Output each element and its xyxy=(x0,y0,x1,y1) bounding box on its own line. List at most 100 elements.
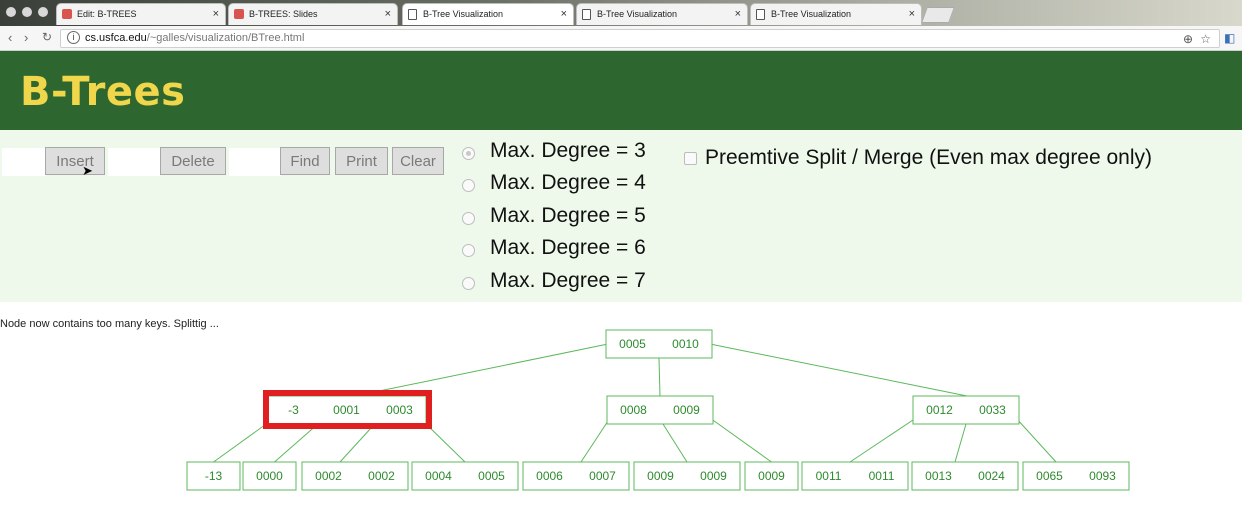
delete-value-input[interactable] xyxy=(108,148,160,176)
red-square-icon xyxy=(234,9,244,19)
tree-edge xyxy=(658,357,661,397)
tab-title: B-TREES: Slides xyxy=(249,9,318,19)
back-arrow-icon[interactable]: ‹ xyxy=(8,30,12,45)
zoom-icon[interactable]: ⊕ xyxy=(1183,32,1193,46)
window-minimize-dot[interactable] xyxy=(22,7,32,17)
browser-tab[interactable]: B-Tree Visualization × xyxy=(402,3,574,25)
insert-button[interactable]: Insert xyxy=(45,147,105,175)
node-key: 0033 xyxy=(979,403,1006,417)
delete-button[interactable]: Delete xyxy=(160,147,226,175)
leaf-node: -13 xyxy=(186,461,241,491)
tree-edge xyxy=(213,421,270,463)
insert-value-input[interactable] xyxy=(2,148,46,176)
node-key: 0005 xyxy=(478,469,505,483)
node-key: 0024 xyxy=(978,469,1005,483)
degree-label: Max. Degree = 3 xyxy=(490,139,646,162)
node-key: 0005 xyxy=(619,337,646,351)
new-tab-button[interactable] xyxy=(921,7,955,23)
node-key: -3 xyxy=(288,403,299,417)
leaf-node: 0013 0024 xyxy=(911,461,1019,491)
browser-tab-bar: Edit: B-TREES × B-TREES: Slides × B-Tree… xyxy=(0,0,1242,26)
find-button[interactable]: Find xyxy=(280,147,330,175)
preemptive-label: Preemtive Split / Merge (Even max degree… xyxy=(705,146,1153,169)
print-button[interactable]: Print xyxy=(335,147,388,175)
radio-button[interactable] xyxy=(462,147,475,160)
tree-nodes: 0005 0010 -3 0001 0003 0008 0009 0012 0033 -13 000… xyxy=(186,329,1130,491)
browser-tab[interactable]: B-Tree Visualization × xyxy=(576,3,748,25)
leaf-node: 0006 0007 xyxy=(522,461,630,491)
page-header: B-Trees xyxy=(0,51,1242,130)
node-key: 0012 xyxy=(926,403,953,417)
node-key: 0013 xyxy=(925,469,952,483)
node-key: 0006 xyxy=(536,469,563,483)
tree-edge xyxy=(1015,417,1057,463)
node-key: 0002 xyxy=(315,469,342,483)
bookmark-star-icon[interactable]: ☆ xyxy=(1200,32,1211,46)
internal-node: 0012 0033 xyxy=(912,395,1020,425)
internal-node: 0008 0009 xyxy=(606,395,714,425)
degree-label: Max. Degree = 5 xyxy=(490,204,646,227)
clear-button[interactable]: Clear xyxy=(392,147,444,175)
url-text: cs.usfca.edu/~galles/visualization/BTree… xyxy=(85,32,304,44)
window-close-dot[interactable] xyxy=(6,7,16,17)
degree-label: Max. Degree = 6 xyxy=(490,236,646,259)
url-path: /~galles/visualization/BTree.html xyxy=(146,32,305,44)
tree-edge xyxy=(662,423,688,463)
forward-arrow-icon[interactable]: › xyxy=(24,30,28,45)
address-row: ‹ › ↻ i cs.usfca.edu/~galles/visualizati… xyxy=(0,26,1242,51)
node-key: 0002 xyxy=(368,469,395,483)
leaf-node: 0000 xyxy=(242,461,297,491)
degree-label: Max. Degree = 4 xyxy=(490,171,646,194)
control-panel: Insert Delete Find Print Clear Max. Degr… xyxy=(0,130,1242,302)
radio-button[interactable] xyxy=(462,277,475,290)
node-key: 0004 xyxy=(425,469,452,483)
node-key: 0011 xyxy=(816,469,842,483)
leaf-node: 0011 0011 xyxy=(801,461,909,491)
node-key: 0009 xyxy=(758,469,785,483)
leaf-node: 0009 0009 xyxy=(633,461,741,491)
info-icon[interactable]: i xyxy=(67,31,80,44)
document-icon xyxy=(408,9,417,20)
node-key: 0009 xyxy=(700,469,727,483)
close-icon[interactable]: × xyxy=(385,4,391,24)
radio-button[interactable] xyxy=(462,244,475,257)
tab-title: B-Tree Visualization xyxy=(771,9,852,19)
radio-button[interactable] xyxy=(462,212,475,225)
url-bar[interactable]: i cs.usfca.edu/~galles/visualization/BTr… xyxy=(60,29,1220,48)
browser-tab[interactable]: B-Tree Visualization × xyxy=(750,3,922,25)
node-key: 0009 xyxy=(673,403,700,417)
node-key: 0001 xyxy=(333,403,360,417)
reload-icon[interactable]: ↻ xyxy=(42,30,52,44)
tab-title: B-Tree Visualization xyxy=(423,9,504,19)
tab-title: Edit: B-TREES xyxy=(77,9,137,19)
radio-button[interactable] xyxy=(462,179,475,192)
node-key: 0010 xyxy=(672,337,699,351)
close-icon[interactable]: × xyxy=(213,4,219,24)
leaf-node: 0065 0093 xyxy=(1022,461,1130,491)
find-value-input[interactable] xyxy=(229,148,281,176)
degree-label: Max. Degree = 7 xyxy=(490,269,646,292)
node-key: 0007 xyxy=(589,469,616,483)
page-title: B-Trees xyxy=(20,69,186,115)
tree-edge xyxy=(954,423,967,463)
close-icon[interactable]: × xyxy=(909,4,915,24)
tree-edge xyxy=(709,343,968,397)
red-square-icon xyxy=(62,9,72,19)
close-icon[interactable]: × xyxy=(735,4,741,24)
preemptive-checkbox[interactable] xyxy=(684,152,697,165)
document-icon xyxy=(756,9,765,20)
close-icon[interactable]: × xyxy=(561,4,567,24)
browser-tab[interactable]: B-TREES: Slides × xyxy=(228,3,398,25)
node-key: 0003 xyxy=(386,403,413,417)
extension-icon[interactable]: ◧ xyxy=(1224,31,1235,45)
leaf-node: 0004 0005 xyxy=(411,461,519,491)
url-host: cs.usfca.edu xyxy=(85,32,147,44)
leaf-node: 0009 xyxy=(744,461,799,491)
browser-tab[interactable]: Edit: B-TREES × xyxy=(56,3,226,25)
window-zoom-dot[interactable] xyxy=(38,7,48,17)
mouse-pointer-icon: ➤ xyxy=(82,163,93,178)
tree-edge xyxy=(709,417,772,463)
tree-edge xyxy=(849,417,917,463)
node-key: 0065 xyxy=(1036,469,1063,483)
document-icon xyxy=(582,9,591,20)
